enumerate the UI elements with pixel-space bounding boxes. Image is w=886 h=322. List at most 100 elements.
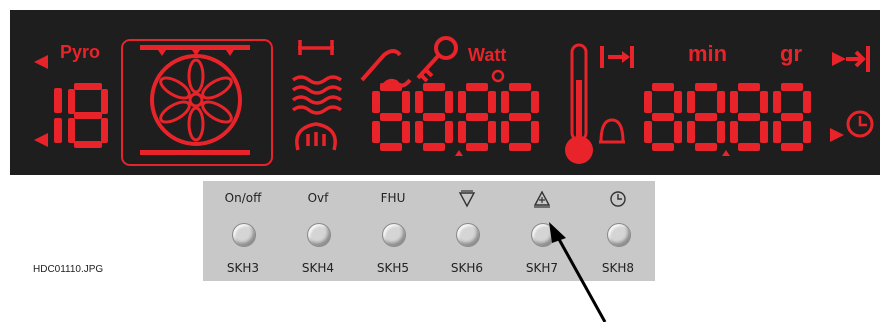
digit-segment bbox=[730, 121, 738, 143]
digit-segment bbox=[687, 121, 695, 143]
main-digits-right bbox=[644, 83, 811, 151]
oven-display-panel: Pyro Watt min gr bbox=[10, 10, 880, 175]
min-label: min bbox=[688, 41, 728, 66]
digit-segment bbox=[781, 113, 803, 121]
button-skh4[interactable]: Ovf SKH4 bbox=[283, 181, 353, 281]
digit-segment bbox=[652, 113, 674, 121]
digit-segment bbox=[501, 91, 509, 113]
skh6-label: SKH6 bbox=[450, 261, 484, 275]
bell-icon bbox=[599, 118, 625, 144]
down-knob[interactable] bbox=[456, 223, 480, 247]
triangle-up-plus-icon bbox=[533, 190, 551, 208]
digit-segment bbox=[423, 83, 445, 91]
filename-label: HDC01110.JPG bbox=[33, 264, 104, 275]
duration-arrow-icon bbox=[622, 51, 630, 63]
skh5-label: SKH5 bbox=[376, 261, 410, 275]
digit-segment bbox=[445, 121, 453, 143]
digit-segment bbox=[773, 121, 781, 143]
digit-segment bbox=[402, 121, 410, 143]
clock-icon bbox=[610, 191, 626, 207]
skh4-label: SKH4 bbox=[301, 261, 335, 275]
fan-icon bbox=[121, 39, 273, 166]
main-digits-left bbox=[372, 83, 539, 151]
clock-knob[interactable] bbox=[607, 223, 631, 247]
digit-segment bbox=[415, 121, 423, 143]
digit-segment bbox=[760, 121, 768, 143]
on-off-label: On/off bbox=[224, 191, 262, 205]
digit-segment bbox=[738, 113, 760, 121]
button-skh5[interactable]: FHU SKH5 bbox=[358, 181, 428, 281]
digit-segment bbox=[488, 91, 496, 113]
digit-segment bbox=[738, 143, 760, 151]
skh3-label: SKH3 bbox=[226, 261, 260, 275]
up-knob[interactable] bbox=[531, 223, 555, 247]
digit-segment bbox=[501, 121, 509, 143]
digit-segment bbox=[458, 91, 466, 113]
on-off-knob[interactable] bbox=[232, 223, 256, 247]
digit-segment bbox=[687, 91, 695, 113]
digit-segment bbox=[803, 121, 811, 143]
digit-segment bbox=[509, 83, 531, 91]
digit-segment bbox=[509, 143, 531, 151]
watt-label: Watt bbox=[468, 45, 507, 65]
clock-display-icon bbox=[846, 110, 874, 138]
small-digits bbox=[54, 83, 108, 148]
fhu-label: FHU bbox=[380, 191, 406, 205]
button-skh8[interactable]: SKH8 bbox=[583, 181, 653, 281]
digit-segment bbox=[674, 121, 682, 143]
ovf-knob[interactable] bbox=[307, 223, 331, 247]
digit-segment bbox=[644, 121, 652, 143]
decimal-indicator-icon bbox=[455, 150, 463, 156]
button-skh3[interactable]: On/off SKH3 bbox=[208, 181, 278, 281]
digit-segment bbox=[423, 113, 445, 121]
digit-segment bbox=[445, 91, 453, 113]
digit-segment bbox=[644, 91, 652, 113]
digit-segment bbox=[652, 143, 674, 151]
digit-segment bbox=[488, 121, 496, 143]
digit-segment bbox=[402, 91, 410, 113]
skh7-label: SKH7 bbox=[525, 261, 559, 275]
button-skh7[interactable]: SKH7 bbox=[507, 181, 577, 281]
digit-segment bbox=[717, 121, 725, 143]
button-panel: On/off SKH3 Ovf SKH4 FHU SKH5 SKH6 SKH7 bbox=[203, 181, 655, 281]
digit-segment bbox=[803, 91, 811, 113]
skh8-label: SKH8 bbox=[601, 261, 635, 275]
key-icon bbox=[416, 36, 458, 83]
right-arrow-down-icon bbox=[830, 128, 844, 142]
digit-segment bbox=[531, 121, 539, 143]
pyro-label: Pyro bbox=[60, 42, 101, 62]
button-skh6[interactable]: SKH6 bbox=[432, 181, 502, 281]
digit-segment bbox=[531, 91, 539, 113]
digit-segment bbox=[415, 91, 423, 113]
thermometer-icon bbox=[565, 43, 593, 164]
digit-segment bbox=[652, 83, 674, 91]
digit-segment bbox=[781, 83, 803, 91]
digit-segment bbox=[380, 113, 402, 121]
digit-segment bbox=[695, 83, 717, 91]
digit-segment bbox=[730, 91, 738, 113]
fhu-knob[interactable] bbox=[382, 223, 406, 247]
display-graphics bbox=[34, 36, 874, 166]
left-arrow-down-icon bbox=[34, 133, 48, 147]
digit-segment bbox=[372, 121, 380, 143]
digit-segment bbox=[380, 83, 402, 91]
digit-segment bbox=[717, 91, 725, 113]
triangle-down-icon bbox=[458, 190, 476, 208]
digit-segment bbox=[781, 143, 803, 151]
meat-probe-icon bbox=[360, 49, 412, 90]
digit-segment bbox=[509, 113, 531, 121]
digit-segment bbox=[466, 113, 488, 121]
digit-segment bbox=[760, 91, 768, 113]
decimal-indicator-2-icon bbox=[722, 150, 730, 156]
ovf-label: Ovf bbox=[307, 191, 329, 205]
digit-segment bbox=[423, 143, 445, 151]
digit-segment bbox=[372, 91, 380, 113]
digit-segment bbox=[466, 83, 488, 91]
digit-segment bbox=[773, 91, 781, 113]
digit-segment bbox=[695, 113, 717, 121]
digit-segment bbox=[738, 83, 760, 91]
end-time-icon bbox=[832, 46, 870, 72]
digit-segment bbox=[466, 143, 488, 151]
digit-segment bbox=[380, 143, 402, 151]
digit-segment bbox=[674, 91, 682, 113]
